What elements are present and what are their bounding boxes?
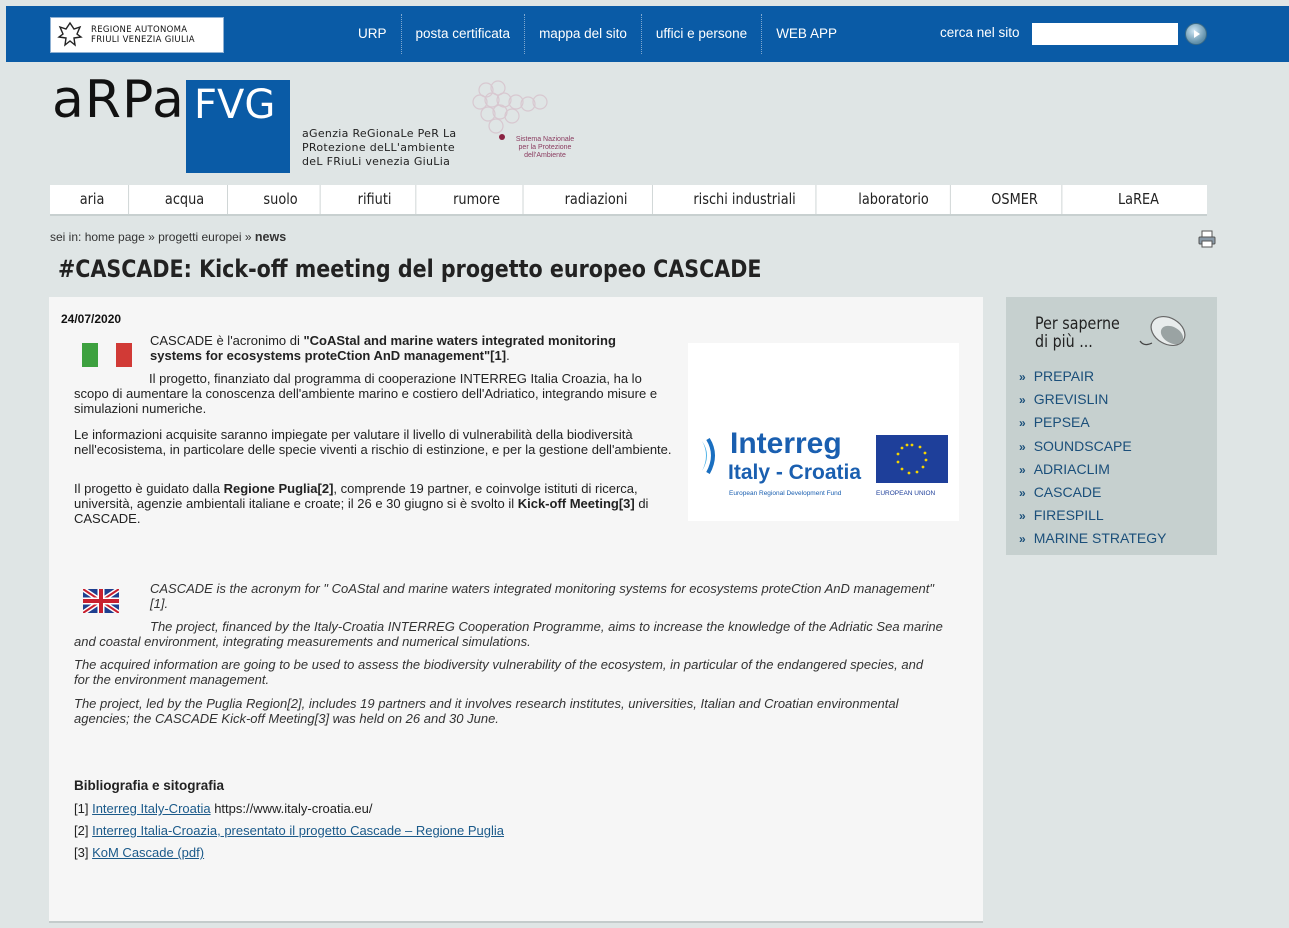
nav-rumore[interactable]: rumore bbox=[431, 185, 524, 214]
side-link-pepsea[interactable]: » PEPSEA bbox=[1019, 411, 1166, 434]
it-paragraph-4: Il progetto è guidato dalla Regione Pugl… bbox=[74, 481, 649, 526]
breadcrumb-home[interactable]: home page bbox=[85, 230, 145, 244]
reference-1: [1] Interreg Italy-Croatia https://www.i… bbox=[74, 801, 373, 816]
reference-1-link[interactable]: Interreg Italy-Croatia bbox=[92, 801, 211, 816]
breadcrumb-separator: » bbox=[148, 230, 155, 244]
side-link-marine-strategy[interactable]: » MARINE STRATEGY bbox=[1019, 527, 1166, 550]
nav-aria[interactable]: aria bbox=[56, 185, 130, 214]
reference-3-link[interactable]: KoM Cascade (pdf) bbox=[92, 845, 204, 860]
side-link-prepair[interactable]: » PREPAIR bbox=[1019, 365, 1166, 388]
nav-osmer[interactable]: OSMER bbox=[968, 185, 1063, 214]
reference-2: [2] Interreg Italia-Croazia, presentato … bbox=[74, 823, 504, 838]
breadcrumb-section[interactable]: progetti europei bbox=[158, 230, 241, 244]
top-nav-web-app[interactable]: WEB APP bbox=[762, 14, 851, 54]
region-logo[interactable]: REGIONE AUTONOMA FRIULI VENEZIA GIULIA bbox=[50, 17, 224, 53]
fvg-logo-box[interactable]: FVG bbox=[186, 80, 290, 173]
nav-rischi-industriali[interactable]: rischi industriali bbox=[674, 185, 817, 214]
side-links: » PREPAIR » GREVISLIN » PEPSEA » SOUNDSCAPE … bbox=[1019, 365, 1166, 551]
en-paragraph-2: The project, financed by the Italy-Croat… bbox=[74, 619, 943, 649]
print-icon[interactable] bbox=[1198, 230, 1216, 248]
interreg-sub: Italy - Croatia bbox=[728, 461, 862, 484]
page-title: #CASCADE: Kick-off meeting del progetto … bbox=[58, 255, 762, 283]
interreg-fund: European Regional Development Fund bbox=[729, 490, 842, 497]
arpa-logo-text[interactable]: aRPa bbox=[52, 70, 185, 130]
article-date: 24/07/2020 bbox=[61, 312, 122, 326]
en-paragraph-4: The project, led by the Puglia Region[2]… bbox=[74, 696, 899, 726]
breadcrumb-separator: » bbox=[244, 230, 252, 244]
main-nav: aria acqua suolo rifiuti rumore radiazio… bbox=[50, 185, 1207, 216]
uk-flag-icon bbox=[83, 589, 119, 613]
reference-2-link[interactable]: Interreg Italia-Croazia, presentato il p… bbox=[92, 823, 504, 838]
eagle-emblem-icon bbox=[57, 21, 83, 47]
nav-suolo[interactable]: suolo bbox=[241, 185, 321, 214]
eu-label: EUROPEAN UNION bbox=[876, 490, 936, 497]
interreg-logo: Interreg Italy - Croatia European Region… bbox=[688, 343, 959, 521]
search-go-button[interactable] bbox=[1185, 23, 1207, 45]
italian-flag-icon bbox=[82, 343, 132, 367]
en-paragraph-1: CASCADE is the acronym for " CoAStal and… bbox=[150, 581, 935, 611]
top-nav: URP posta certificata mappa del sito uff… bbox=[344, 14, 851, 54]
agency-name: aGenzia ReGionaLe PeR La PRotezione deLL… bbox=[302, 127, 457, 168]
bibliography-title: Bibliografia e sitografia bbox=[74, 778, 225, 793]
top-nav-posta-certificata[interactable]: posta certificata bbox=[402, 14, 526, 54]
en-paragraph-3: The acquired information are going to be… bbox=[74, 657, 924, 687]
top-bar: REGIONE AUTONOMA FRIULI VENEZIA GIULIA U… bbox=[6, 6, 1289, 62]
side-link-grevislin[interactable]: » GREVISLIN bbox=[1019, 388, 1166, 411]
side-panel: Per saperne di più ... » PREPAIR » GREVISL… bbox=[1006, 297, 1217, 555]
it-paragraph-3: Le informazioni acquisite saranno impieg… bbox=[74, 427, 672, 457]
side-link-soundscape[interactable]: » SOUNDSCAPE bbox=[1019, 435, 1166, 458]
computer-mouse-icon bbox=[1139, 315, 1186, 347]
it-paragraph-1: CASCADE è l'acronimo di "CoAStal and mar… bbox=[150, 333, 616, 363]
breadcrumb-prefix: sei in: bbox=[50, 230, 82, 244]
nav-rifiuti[interactable]: rifiuti bbox=[334, 185, 417, 214]
snpa-hexagon-icon bbox=[472, 80, 548, 140]
article-panel: 24/07/2020 CASCADE è l'acronimo di "CoAS… bbox=[49, 297, 983, 923]
breadcrumb: sei in: home page » progetti europei » n… bbox=[50, 230, 286, 244]
interreg-word: Interreg bbox=[730, 427, 842, 460]
search-label: cerca nel sito bbox=[940, 25, 1020, 40]
breadcrumb-current: news bbox=[254, 230, 287, 244]
search-input[interactable] bbox=[1032, 23, 1178, 45]
side-link-cascade[interactable]: » CASCADE bbox=[1019, 481, 1166, 504]
snpa-logo[interactable]: Sistema Nazionale per la Protezione dell… bbox=[468, 80, 618, 166]
top-nav-urp[interactable]: URP bbox=[344, 14, 402, 54]
side-link-firespill[interactable]: » FIRESPILL bbox=[1019, 504, 1166, 527]
fvg-logo-text: FVG bbox=[194, 82, 276, 128]
nav-acqua[interactable]: acqua bbox=[142, 185, 228, 214]
snpa-text: Sistema Nazionale per la Protezione dell… bbox=[515, 136, 575, 159]
region-name: REGIONE AUTONOMA FRIULI VENEZIA GIULIA bbox=[91, 25, 195, 45]
side-link-adriaclim[interactable]: » ADRIACLIM bbox=[1019, 458, 1166, 481]
nav-laboratorio[interactable]: laboratorio bbox=[837, 185, 951, 214]
reference-3: [3] KoM Cascade (pdf) bbox=[74, 845, 205, 860]
nav-radiazioni[interactable]: radiazioni bbox=[540, 185, 653, 214]
top-nav-mappa-del-sito[interactable]: mappa del sito bbox=[525, 14, 642, 54]
side-panel-title: Per saperne di più ... bbox=[1035, 314, 1120, 352]
top-nav-uffici-e-persone[interactable]: uffici e persone bbox=[642, 14, 763, 54]
nav-larea[interactable]: LaREA bbox=[1080, 185, 1198, 214]
it-paragraph-2: Il progetto, finanziato dal programma di… bbox=[74, 371, 658, 416]
